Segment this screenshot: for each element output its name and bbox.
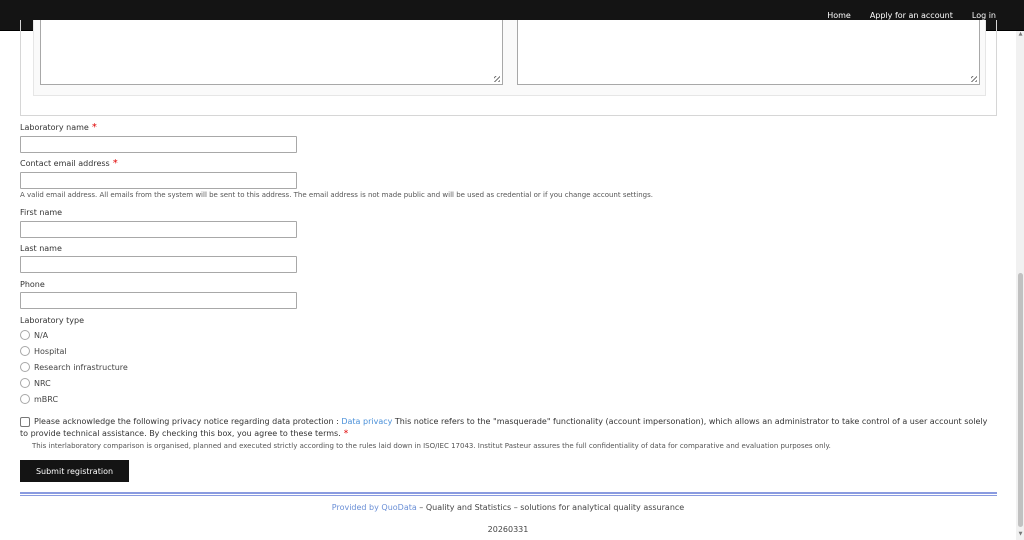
nav-link-home[interactable]: Home bbox=[827, 11, 851, 20]
radio-button[interactable] bbox=[20, 378, 30, 388]
required-mark: * bbox=[91, 122, 97, 133]
nav-link-apply-account[interactable]: Apply for an account bbox=[870, 11, 953, 20]
phone-label: Phone bbox=[20, 280, 45, 289]
textarea-left[interactable] bbox=[40, 20, 503, 85]
submit-registration-button[interactable]: Submit registration bbox=[20, 460, 129, 482]
email-input[interactable] bbox=[20, 172, 297, 189]
email-label: Contact email address * bbox=[20, 158, 118, 169]
email-help-text: A valid email address. All emails from t… bbox=[20, 191, 653, 199]
previous-fieldset-inner bbox=[33, 20, 986, 96]
footer-divider bbox=[20, 492, 997, 496]
privacy-description: This interlaboratory comparison is organ… bbox=[32, 442, 831, 450]
phone-input[interactable] bbox=[20, 292, 297, 309]
scroll-up-arrow-icon[interactable]: ▲ bbox=[1018, 32, 1023, 37]
nav-link-login[interactable]: Log in bbox=[972, 11, 996, 20]
first-name-label: First name bbox=[20, 208, 63, 217]
footer-version: 20260331 bbox=[487, 525, 529, 534]
lab-type-option-nrc[interactable]: NRC bbox=[20, 377, 51, 389]
radio-button[interactable] bbox=[20, 330, 30, 340]
first-name-input[interactable] bbox=[20, 221, 297, 238]
page-scrollbar-thumb[interactable] bbox=[1018, 273, 1023, 527]
radio-button[interactable] bbox=[20, 394, 30, 404]
lab-type-option-hospital[interactable]: Hospital bbox=[20, 345, 67, 357]
radio-button[interactable] bbox=[20, 346, 30, 356]
required-mark: * bbox=[112, 158, 118, 169]
resize-grip-icon[interactable] bbox=[971, 76, 977, 82]
scroll-down-arrow-icon[interactable]: ▼ bbox=[1018, 532, 1023, 537]
radio-button[interactable] bbox=[20, 362, 30, 372]
data-privacy-link[interactable]: Data privacy bbox=[341, 417, 392, 426]
lab-type-option-na[interactable]: N/A bbox=[20, 329, 48, 341]
footer-credits: Provided by QuoData – Quality and Statis… bbox=[331, 503, 685, 512]
last-name-label: Last name bbox=[20, 244, 62, 253]
lab-type-option-research-infrastructure[interactable]: Research infrastructure bbox=[20, 361, 128, 373]
resize-grip-icon[interactable] bbox=[494, 76, 500, 82]
lab-type-option-mbrc[interactable]: mBRC bbox=[20, 393, 58, 405]
quodata-link[interactable]: Provided by QuoData bbox=[332, 503, 417, 512]
lab-name-label: Laboratory name * bbox=[20, 122, 97, 133]
previous-fieldset bbox=[20, 20, 997, 116]
required-mark: * bbox=[343, 429, 349, 439]
lab-name-input[interactable] bbox=[20, 136, 297, 153]
privacy-label: Please acknowledge the following privacy… bbox=[20, 417, 988, 439]
last-name-input[interactable] bbox=[20, 256, 297, 273]
lab-type-label: Laboratory type bbox=[20, 316, 84, 325]
textarea-right[interactable] bbox=[517, 20, 980, 85]
